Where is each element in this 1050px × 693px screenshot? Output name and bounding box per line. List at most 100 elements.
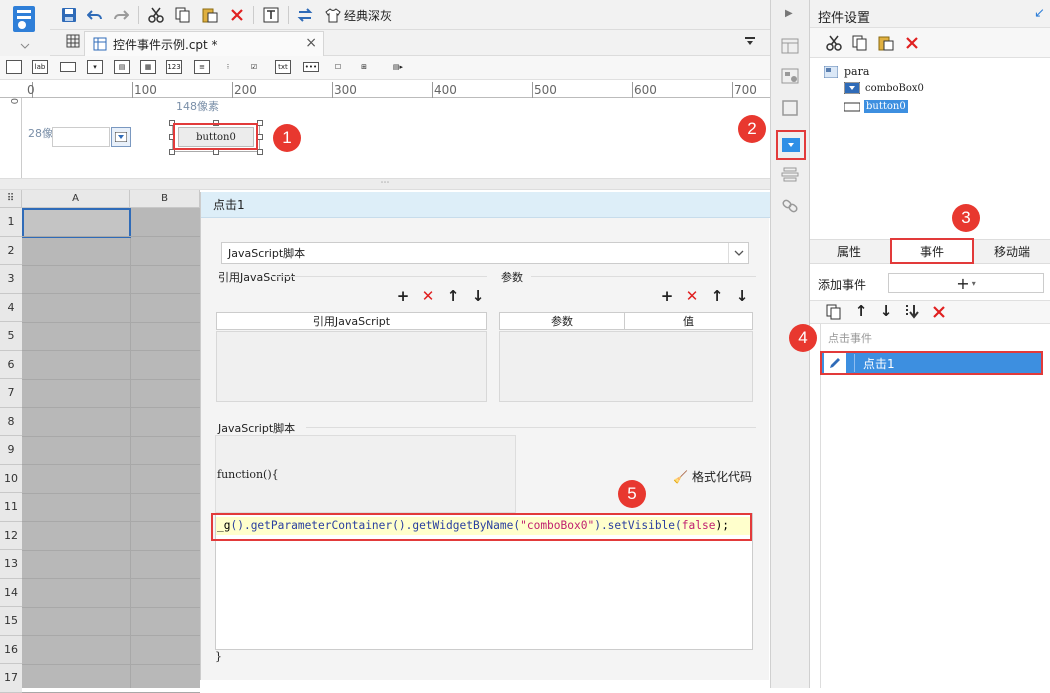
spreadsheet-grid[interactable]: ⠿ A B 1 2 3 4 5 6 7 8 9 10 11 12 13 14 15 16 17 (0, 190, 200, 693)
checkbox-group-icon[interactable]: ☑ (246, 60, 262, 74)
switch-icon[interactable] (296, 6, 314, 24)
text-format-icon[interactable] (262, 6, 280, 24)
move-bottom-event-icon[interactable] (904, 304, 920, 323)
delete-icon[interactable] (905, 36, 919, 53)
row-header[interactable]: 7 (0, 379, 22, 408)
selected-cell[interactable] (22, 208, 131, 238)
move-down-ref-icon[interactable]: ↓ (470, 287, 486, 305)
expand-arrow-icon[interactable]: ▶ (785, 8, 793, 19)
tab-events[interactable]: 事件 (890, 238, 974, 264)
row-header[interactable]: 11 (0, 493, 22, 522)
event-item-click1[interactable]: 点击1 (820, 351, 1043, 375)
delete-icon[interactable] (228, 6, 246, 24)
menu-dropdown-icon[interactable] (744, 36, 758, 51)
row-header[interactable]: 14 (0, 578, 22, 607)
tree-widget-icon[interactable]: ⊞ (356, 60, 372, 74)
row-header[interactable]: 8 (0, 407, 22, 436)
params-table[interactable] (499, 331, 753, 402)
textarea-widget-icon[interactable]: ≡ (194, 60, 210, 74)
paste-icon[interactable] (878, 35, 894, 54)
row-header[interactable]: 5 (0, 322, 22, 351)
ref-js-label: 引用JavaScript (218, 271, 296, 284)
collapse-panel-icon[interactable]: ↙ (1034, 6, 1045, 21)
link-icon[interactable] (781, 198, 799, 217)
grid-view-icon[interactable] (66, 34, 80, 51)
ref-js-table[interactable] (216, 331, 487, 402)
vruler-mark: 0 (8, 98, 19, 105)
copy-icon[interactable] (852, 35, 868, 54)
control-settings-tab[interactable] (776, 130, 806, 160)
remove-param-icon[interactable]: ✕ (684, 287, 700, 305)
row-header[interactable]: 9 (0, 436, 22, 465)
move-up-param-icon[interactable]: ↑ (709, 287, 725, 305)
textbox-widget-icon[interactable] (6, 60, 22, 74)
combobox-widget-icon[interactable]: ▾ (87, 60, 103, 74)
move-down-event-icon[interactable]: ↓ (878, 302, 894, 320)
parameter-canvas[interactable]: 148像素 28像素 button0 (22, 98, 770, 178)
tree-node-para[interactable]: para (824, 65, 869, 78)
cut-icon[interactable] (147, 6, 165, 24)
square-icon[interactable] (781, 100, 799, 119)
close-tab-icon[interactable]: × (305, 35, 317, 51)
delete-event-icon[interactable] (932, 305, 946, 322)
splitter-handle[interactable]: ⋯ (0, 178, 770, 190)
row-header[interactable]: 15 (0, 607, 22, 636)
widget-lib-icon[interactable] (781, 68, 799, 87)
theme-shirt-icon[interactable] (324, 6, 342, 24)
row-header[interactable]: 17 (0, 664, 22, 693)
date-widget-icon[interactable]: ▤ (114, 60, 130, 74)
row-header[interactable]: 1 (0, 208, 22, 237)
row-header[interactable]: 13 (0, 550, 22, 579)
tab-mobile[interactable]: 移动端 (974, 240, 1050, 263)
undo-icon[interactable] (86, 6, 104, 24)
column-header[interactable]: A (22, 190, 130, 208)
format-code-button[interactable]: 🧹 格式化代码 (673, 468, 752, 485)
app-logo[interactable] (0, 0, 50, 58)
copy-event-icon[interactable] (826, 304, 842, 323)
tree-node-button0[interactable]: button0 (844, 100, 908, 113)
theme-label[interactable]: 经典深灰 (344, 7, 392, 24)
text-widget-icon[interactable]: txt (275, 60, 291, 74)
row-header[interactable]: 2 (0, 236, 22, 265)
tree-node-combobox0[interactable]: comboBox0 (844, 82, 924, 94)
corner-cell[interactable]: ⠿ (0, 190, 22, 208)
column-header[interactable]: B (130, 190, 200, 208)
cut-icon[interactable] (826, 35, 842, 54)
row-header[interactable]: 16 (0, 635, 22, 664)
row-header[interactable]: 12 (0, 521, 22, 550)
add-event-button[interactable]: + ▾ (888, 273, 1044, 293)
move-up-ref-icon[interactable]: ↑ (445, 287, 461, 305)
params-label: 参数 (501, 271, 523, 284)
tab-properties[interactable]: 属性 (810, 240, 888, 263)
move-down-param-icon[interactable]: ↓ (734, 287, 750, 305)
redo-icon[interactable] (112, 6, 130, 24)
number-widget-icon[interactable]: 123 (166, 60, 182, 74)
row-header[interactable]: 10 (0, 464, 22, 493)
row-header[interactable]: 6 (0, 350, 22, 379)
button-widget-icon[interactable] (60, 62, 76, 72)
script-type-select[interactable]: JavaScript脚本 (221, 242, 749, 264)
move-up-event-icon[interactable]: ↑ (853, 302, 869, 320)
save-icon[interactable] (60, 6, 78, 24)
add-param-icon[interactable]: + (659, 287, 675, 305)
list-icon[interactable] (781, 166, 799, 185)
label-widget-icon[interactable]: lab (32, 60, 48, 74)
control-settings-panel: 控件设置 ↙ para comboBox0 button0 属性 事件 移动端 … (810, 0, 1050, 688)
chevron-down-icon[interactable] (728, 243, 748, 263)
calendar-widget-icon[interactable]: ▦ (140, 60, 156, 74)
row-header[interactable]: 4 (0, 293, 22, 322)
broom-icon: 🧹 (673, 469, 688, 484)
layout-icon[interactable] (781, 38, 799, 57)
row-header[interactable]: 3 (0, 265, 22, 294)
password-widget-icon[interactable]: ••• (303, 62, 319, 72)
radio-group-icon[interactable]: ⁝ (220, 60, 236, 74)
more-widgets-icon[interactable]: ▤▸ (390, 60, 406, 74)
paste-icon[interactable] (201, 6, 219, 24)
combobox-dropdown-icon[interactable] (111, 127, 131, 147)
remove-ref-icon[interactable]: ✕ (420, 287, 436, 305)
checkbox-widget-icon[interactable]: ☐ (330, 60, 346, 74)
combobox0-widget[interactable] (52, 127, 110, 147)
copy-icon[interactable] (174, 6, 192, 24)
tab-file[interactable]: 控件事件示例.cpt * × (84, 31, 324, 56)
add-ref-icon[interactable]: + (395, 287, 411, 305)
